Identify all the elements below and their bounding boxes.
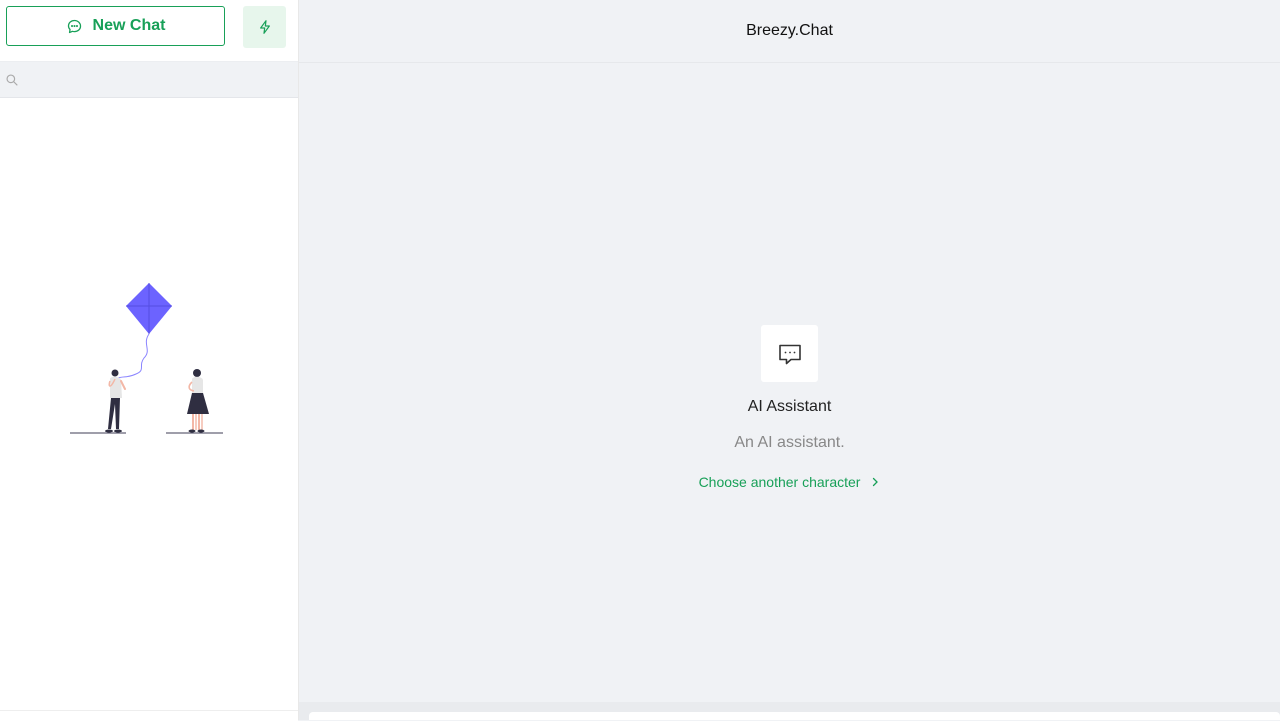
sidebar-actions: New Chat	[0, 0, 298, 60]
lightning-icon	[259, 20, 270, 34]
chevron-right-icon	[873, 477, 879, 487]
app-title: Breezy.Chat	[746, 22, 833, 39]
character-avatar	[761, 325, 818, 382]
empty-state-illustration	[70, 283, 223, 434]
search-input[interactable]	[24, 62, 298, 99]
new-chat-label: New Chat	[92, 17, 166, 34]
chat-main: Breezy.Chat AI Assistant An AI assistant…	[299, 0, 1280, 720]
new-chat-button[interactable]: New Chat	[6, 6, 225, 46]
quick-action-button[interactable]	[243, 6, 286, 48]
search-icon	[6, 74, 18, 86]
choose-character-link[interactable]: Choose another character	[699, 474, 881, 490]
chat-header: Breezy.Chat	[299, 0, 1280, 63]
character-name: AI Assistant	[747, 398, 832, 415]
chat-bubble-icon	[67, 19, 81, 33]
sidebar: New Chat	[0, 0, 299, 721]
sidebar-footer	[0, 710, 298, 721]
character-card: AI Assistant An AI assistant. Choose ano…	[299, 325, 1280, 490]
message-dots-icon	[778, 344, 801, 364]
character-description: An AI assistant.	[734, 434, 845, 451]
search-bar	[0, 61, 298, 99]
choose-character-label: Choose another character	[698, 474, 861, 490]
message-input-edge[interactable]	[309, 712, 1280, 720]
